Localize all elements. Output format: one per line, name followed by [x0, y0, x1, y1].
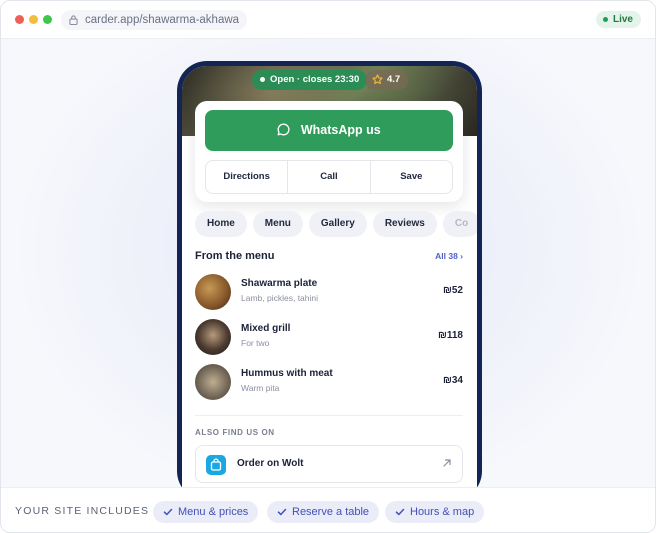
tab-contact-partial[interactable]: Co [442, 211, 477, 237]
secondary-actions: Directions Call Save [205, 160, 453, 194]
feature-chip-label: Reserve a table [292, 506, 370, 518]
tab-home[interactable]: Home [195, 211, 247, 237]
feature-chip[interactable]: Reserve a table [267, 501, 380, 523]
whatsapp-button[interactable]: WhatsApp us [205, 110, 453, 151]
whatsapp-label: WhatsApp us [300, 123, 381, 137]
menu-item-price: ₪34 [443, 375, 463, 386]
close-window-button[interactable] [15, 15, 24, 24]
check-icon [163, 508, 173, 516]
menu-item-price: ₪118 [438, 330, 463, 341]
maximize-window-button[interactable] [43, 15, 52, 24]
directions-button[interactable]: Directions [206, 161, 287, 193]
wolt-label: Order on Wolt [237, 458, 304, 469]
menu-item-photo [195, 274, 231, 310]
star-icon [372, 74, 383, 85]
preview-stage: Open · closes 23:30 4.7 WhatsApp us Dire… [1, 39, 655, 501]
tab-menu[interactable]: Menu [252, 211, 303, 237]
menu-item-name: Hummus with meat [241, 368, 333, 379]
shopping-bag-icon [206, 455, 226, 475]
call-button[interactable]: Call [287, 161, 369, 193]
address-bar[interactable]: carder.app/shawarma-akhawa [61, 10, 248, 30]
minimize-window-button[interactable] [29, 15, 38, 24]
feature-chip-label: Hours & map [410, 506, 475, 518]
menu-item-photo [195, 364, 231, 400]
action-card: WhatsApp us Directions Call Save [195, 101, 463, 202]
menu-section-title: From the menu [195, 250, 275, 262]
url-text: carder.app/shawarma-akhawa [85, 14, 240, 26]
section-tabs: Home Menu Gallery Reviews Co [195, 211, 477, 237]
menu-item-price: ₪52 [443, 285, 463, 296]
live-status-label: Live [612, 14, 633, 25]
tab-gallery[interactable]: Gallery [308, 211, 367, 237]
browser-titlebar: carder.app/shawarma-akhawa Live [1, 1, 655, 39]
browser-window: carder.app/shawarma-akhawa Live Open · c… [0, 0, 656, 533]
feature-chip-label: Menu & prices [178, 506, 249, 518]
wolt-link[interactable]: Order on Wolt [195, 445, 463, 483]
live-status-badge: Live [595, 11, 641, 28]
feature-chip[interactable]: Menu & prices [153, 501, 259, 523]
phone-mockup: Open · closes 23:30 4.7 WhatsApp us Dire… [177, 61, 482, 501]
check-icon [277, 508, 287, 516]
see-all-menu-link[interactable]: All 38 › [435, 251, 463, 261]
menu-item[interactable]: Hummus with meat Warm pita ₪34 [195, 363, 463, 401]
also-find-us-label: ALSO FIND US ON [195, 428, 275, 437]
open-status-badge: Open · closes 23:30 [252, 70, 368, 90]
site-includes-label: YOUR SITE INCLUDES [15, 505, 150, 517]
phone-screen: Open · closes 23:30 4.7 WhatsApp us Dire… [182, 66, 477, 501]
menu-item-description: Lamb, pickles, tahini [241, 293, 319, 303]
section-divider [195, 415, 463, 416]
menu-item-description: For two [241, 338, 270, 348]
open-dot-icon [260, 77, 265, 82]
rating-badge: 4.7 [365, 70, 409, 90]
menu-item-description: Warm pita [241, 383, 280, 393]
rating-value: 4.7 [387, 74, 401, 85]
live-dot-icon [602, 17, 608, 22]
open-status-text: Open · closes 23:30 [270, 74, 360, 85]
menu-item[interactable]: Shawarma plate Lamb, pickles, tahini ₪52 [195, 273, 463, 311]
check-icon [395, 508, 405, 516]
save-button[interactable]: Save [369, 161, 452, 193]
arrow-up-right-icon [443, 459, 451, 467]
lock-icon [69, 15, 78, 25]
chat-bubble-icon [277, 123, 290, 136]
feature-chip[interactable]: Hours & map [385, 501, 485, 523]
tab-reviews[interactable]: Reviews [372, 211, 437, 237]
menu-item[interactable]: Mixed grill For two ₪118 [195, 318, 463, 356]
site-includes-bar: YOUR SITE INCLUDES Menu & prices Reserve… [1, 487, 655, 532]
menu-item-name: Mixed grill [241, 323, 291, 334]
menu-item-name: Shawarma plate [241, 278, 318, 289]
menu-section-header: From the menu All 38 › [195, 250, 463, 262]
menu-item-photo [195, 319, 231, 355]
